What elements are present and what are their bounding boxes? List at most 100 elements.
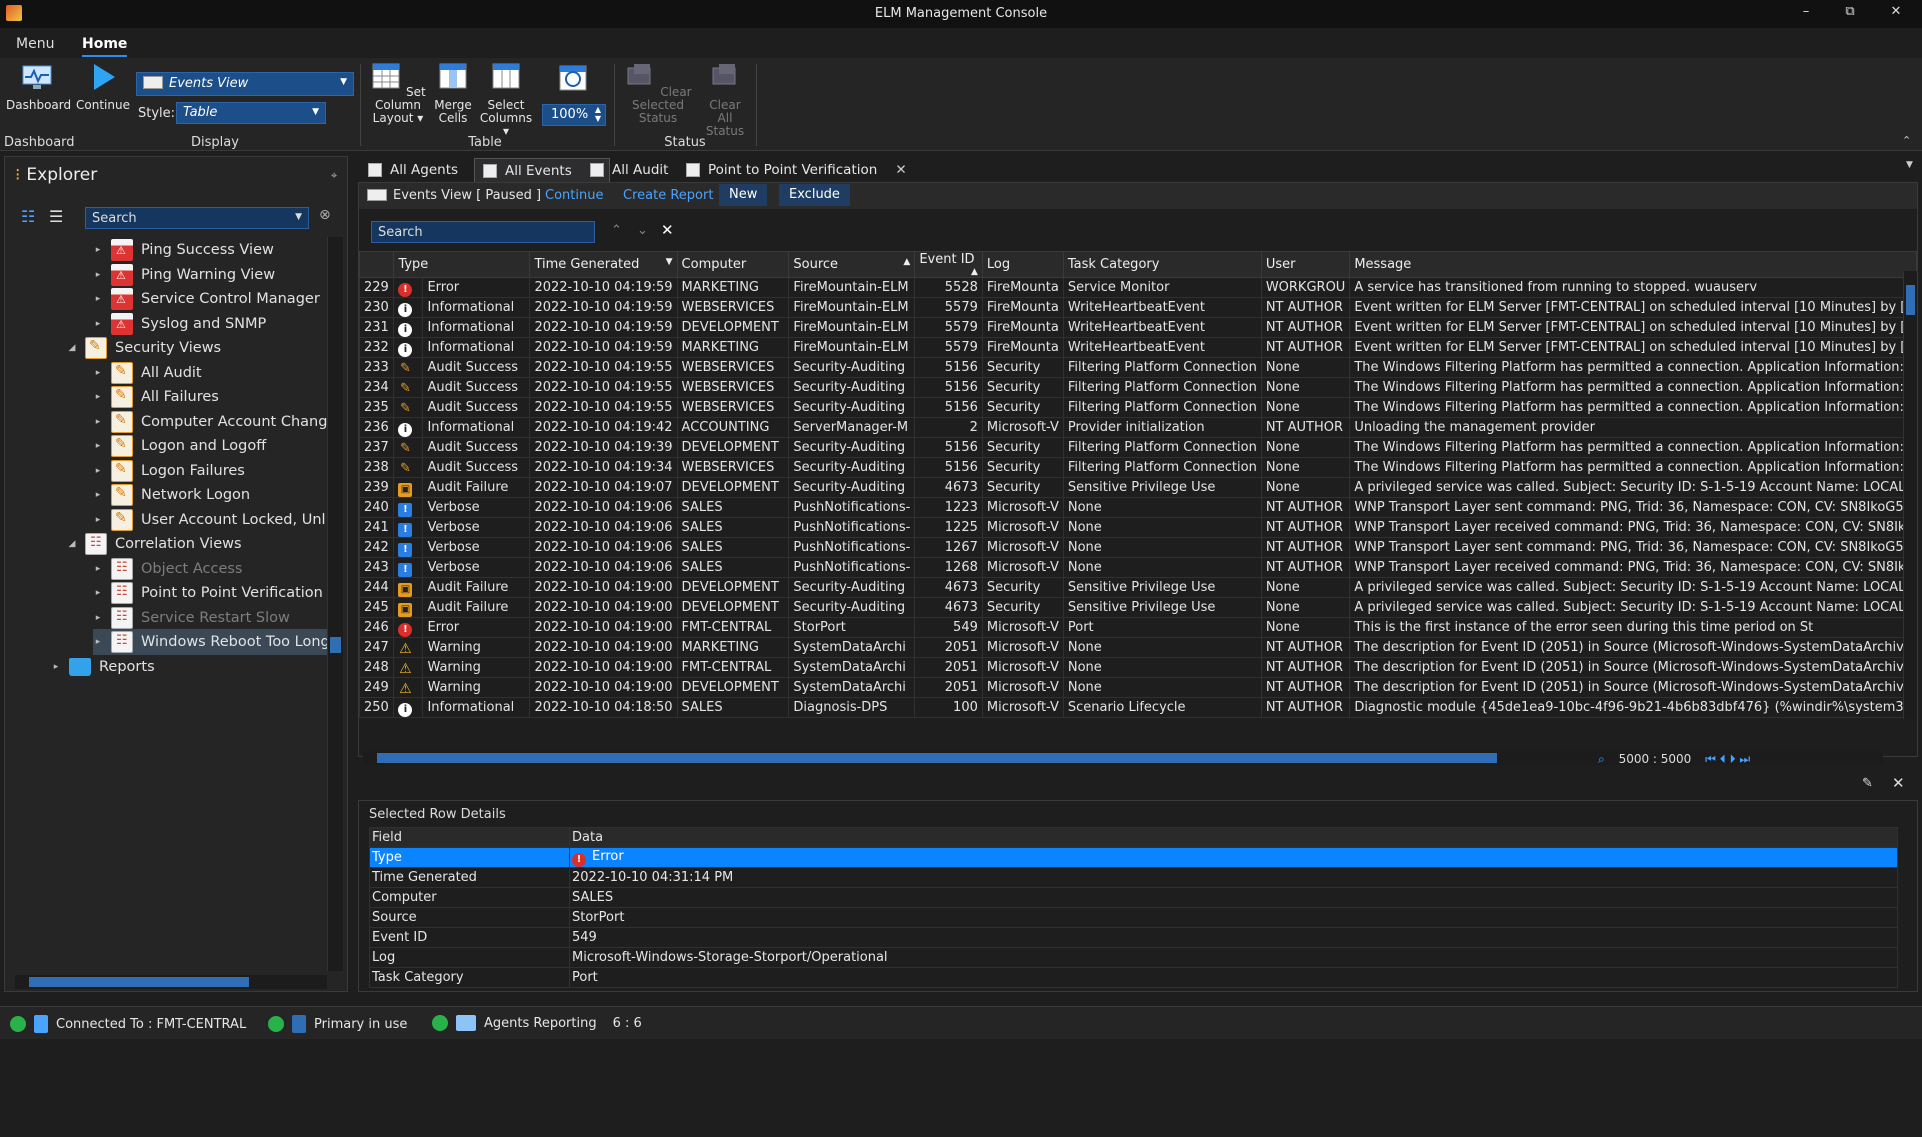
doc-tab[interactable]: Point to Point Verification ✕ — [678, 158, 915, 182]
set-column-layout-button[interactable]: Set Column Layout ▾ — [364, 62, 432, 125]
tree-item[interactable]: ▸ Syslog and SNMP — [93, 311, 331, 337]
collapse-ribbon-icon[interactable]: ⌃ — [1902, 134, 1911, 147]
table-row[interactable]: 241! Verbose 2022-10-10 04:19:06 SALES PushN… — [358, 517, 1917, 538]
events-vertical-scrollbar[interactable] — [1903, 271, 1917, 719]
explorer-search-input[interactable]: Search ▼ — [85, 207, 309, 229]
tree-item[interactable]: ▸ Object Access — [93, 556, 331, 582]
table-row[interactable]: 250 i Informational 2022-10-10 04:18:50 SALE… — [358, 697, 1917, 718]
scroll-thumb[interactable] — [29, 977, 249, 987]
table-row[interactable]: 248 ⚠ Warning 2022-10-10 04:19:00 FMT-CENTRA… — [358, 657, 1917, 678]
table-row[interactable]: 231 i Informational 2022-10-10 04:19:59 DEVE… — [358, 317, 1917, 338]
view-combo[interactable]: Events View ▼ — [136, 72, 354, 96]
scroll-thumb[interactable] — [330, 637, 341, 653]
tree-item[interactable]: ▸ Windows Reboot Too Long — [93, 629, 331, 655]
table-row[interactable]: 234 ✎ Audit Success 2022-10-10 04:19:55 WEBS… — [358, 377, 1917, 398]
tree-item[interactable]: ▸ Computer Account Chang — [93, 409, 331, 435]
scroll-thumb[interactable] — [377, 753, 1497, 763]
events-search-input[interactable]: Search — [371, 221, 595, 243]
column-header-task-category[interactable]: Task Category — [1062, 251, 1262, 278]
expander-icon[interactable]: ▸ — [93, 613, 103, 623]
close-search-icon[interactable]: ✕ — [661, 221, 674, 239]
continue-link[interactable]: Continue — [545, 188, 603, 203]
tree-item[interactable]: ▸ Ping Success View — [93, 237, 331, 263]
search-icon[interactable]: ⌕ — [1598, 752, 1605, 766]
spinner-arrows-icon[interactable]: ▲ ▼ — [595, 105, 601, 123]
expander-icon[interactable]: ◢ — [67, 539, 77, 549]
previous-match-icon[interactable]: ⌃ — [611, 223, 622, 238]
clear-all-status-button[interactable]: Clear All Status — [700, 62, 750, 138]
table-row[interactable]: 237 ✎ Audit Success 2022-10-10 04:19:39 DEVE… — [358, 437, 1917, 458]
tree-item[interactable]: ◢ Correlation Views — [67, 531, 331, 557]
edit-icon[interactable]: ✎ — [1862, 776, 1873, 791]
tree-item[interactable]: ▸ Service Control Manager — [93, 286, 331, 312]
expander-icon[interactable]: ◢ — [67, 343, 77, 353]
table-row[interactable]: 232 i Informational 2022-10-10 04:19:59 MARK… — [358, 337, 1917, 358]
exclude-button[interactable]: Exclude — [779, 184, 850, 206]
merge-cells-button[interactable]: Merge Cells — [432, 62, 474, 125]
tree-item[interactable]: ◢ Security Views — [67, 335, 331, 361]
pin-icon[interactable]: ⌖ — [331, 169, 337, 183]
minimize-button[interactable]: – — [1786, 4, 1826, 24]
pager-controls-icon[interactable]: ⏮ ⏴ ⏵ ⏭ — [1705, 752, 1750, 766]
tree-item[interactable]: ▸ All Failures — [93, 384, 331, 410]
table-row[interactable]: 233 ✎ Audit Success 2022-10-10 04:19:55 WEBS… — [358, 357, 1917, 378]
expander-icon[interactable]: ▸ — [93, 564, 103, 574]
expander-icon[interactable]: ▸ — [93, 270, 103, 280]
table-row[interactable]: 249 ⚠ Warning 2022-10-10 04:19:00 DEVELOPMEN… — [358, 677, 1917, 698]
expander-icon[interactable]: ▸ — [93, 294, 103, 304]
restore-button[interactable]: ⧉ — [1830, 4, 1870, 24]
column-header-type[interactable]: Type — [393, 251, 531, 278]
tree-item[interactable]: ▸ Point to Point Verification — [93, 580, 331, 606]
expander-icon[interactable]: ▸ — [93, 245, 103, 255]
collapse-tree-icon[interactable]: ☰ — [49, 207, 71, 227]
details-row[interactable]: Type! Error — [369, 847, 1898, 868]
column-header-time-generated[interactable]: Time Generated ▼ — [529, 251, 678, 278]
table-row[interactable]: 240! Verbose 2022-10-10 04:19:06 SALES PushN… — [358, 497, 1917, 518]
expander-icon[interactable]: ▸ — [93, 319, 103, 329]
explorer-vertical-scrollbar[interactable] — [327, 237, 343, 971]
details-row[interactable]: Computer SALES — [369, 887, 1898, 908]
details-row[interactable]: Source StorPort — [369, 907, 1898, 928]
new-button[interactable]: New — [719, 184, 768, 206]
table-row[interactable]: 235 ✎ Audit Success 2022-10-10 04:19:55 WEBS… — [358, 397, 1917, 418]
table-row[interactable]: 229! Error 2022-10-10 04:19:59 MARKETING Fir… — [358, 277, 1917, 298]
column-header-source[interactable]: Source ▲ — [788, 251, 916, 278]
expander-icon[interactable]: ▸ — [51, 662, 61, 672]
explorer-horizontal-scrollbar[interactable] — [15, 975, 327, 989]
expander-icon[interactable]: ▸ — [93, 637, 103, 647]
tree-item[interactable]: ▸ Logon Failures — [93, 458, 331, 484]
tree-item[interactable]: ▸ Network Logon — [93, 482, 331, 508]
table-row[interactable]: 243! Verbose 2022-10-10 04:19:06 SALES PushN… — [358, 557, 1917, 578]
dashboard-button[interactable]: Dashboard — [6, 62, 71, 112]
close-button[interactable]: ✕ — [1876, 4, 1916, 24]
table-row[interactable]: 244 ▣ Audit Failure 2022-10-10 04:19:00 DEVE… — [358, 577, 1917, 598]
column-header-log[interactable]: Log — [981, 251, 1064, 278]
tab-menu[interactable]: Menu — [16, 36, 54, 52]
table-row[interactable]: 246! Error 2022-10-10 04:19:00 FMT-CENTRAL S… — [358, 617, 1917, 638]
expander-icon[interactable]: ▸ — [93, 515, 103, 525]
table-row[interactable]: 239 ▣ Audit Failure 2022-10-10 04:19:07 DEVE… — [358, 477, 1917, 498]
scroll-thumb[interactable] — [1906, 285, 1915, 315]
table-row[interactable]: 230 i Informational 2022-10-10 04:19:59 WEBS… — [358, 297, 1917, 318]
close-tab-icon[interactable]: ✕ — [895, 162, 906, 182]
style-combo[interactable]: Table ▼ — [176, 102, 326, 124]
expander-icon[interactable]: ▸ — [93, 392, 103, 402]
tree-item[interactable]: ▸ Service Restart Slow — [93, 605, 331, 631]
clear-search-icon[interactable]: ⊗ — [319, 207, 331, 223]
tree-item[interactable]: ▸ Ping Warning View — [93, 262, 331, 288]
tree-item[interactable]: ▸ Logon and Logoff — [93, 433, 331, 459]
tab-home[interactable]: Home — [82, 36, 128, 57]
tree-item[interactable]: ▸ All Audit — [93, 360, 331, 386]
details-row[interactable]: Log Microsoft-Windows-Storage-Storport/Op… — [369, 947, 1898, 968]
details-row[interactable]: Time Generated 2022-10-10 04:31:14 PM — [369, 867, 1898, 888]
expand-tree-icon[interactable]: ☷ — [21, 207, 43, 227]
details-row[interactable]: Task Category Port — [369, 967, 1898, 988]
details-row[interactable]: Event ID 549 — [369, 927, 1898, 948]
column-header-event-id[interactable]: Event ID ▲ — [914, 251, 983, 278]
column-header-message[interactable]: Message — [1349, 251, 1917, 278]
expander-icon[interactable]: ▸ — [93, 368, 103, 378]
column-header-index[interactable] — [358, 251, 395, 278]
tree-item[interactable]: ▸ Reports — [51, 654, 331, 680]
column-header-computer[interactable]: Computer — [676, 251, 790, 278]
table-row[interactable]: 245 ▣ Audit Failure 2022-10-10 04:19:00 DEVE… — [358, 597, 1917, 618]
